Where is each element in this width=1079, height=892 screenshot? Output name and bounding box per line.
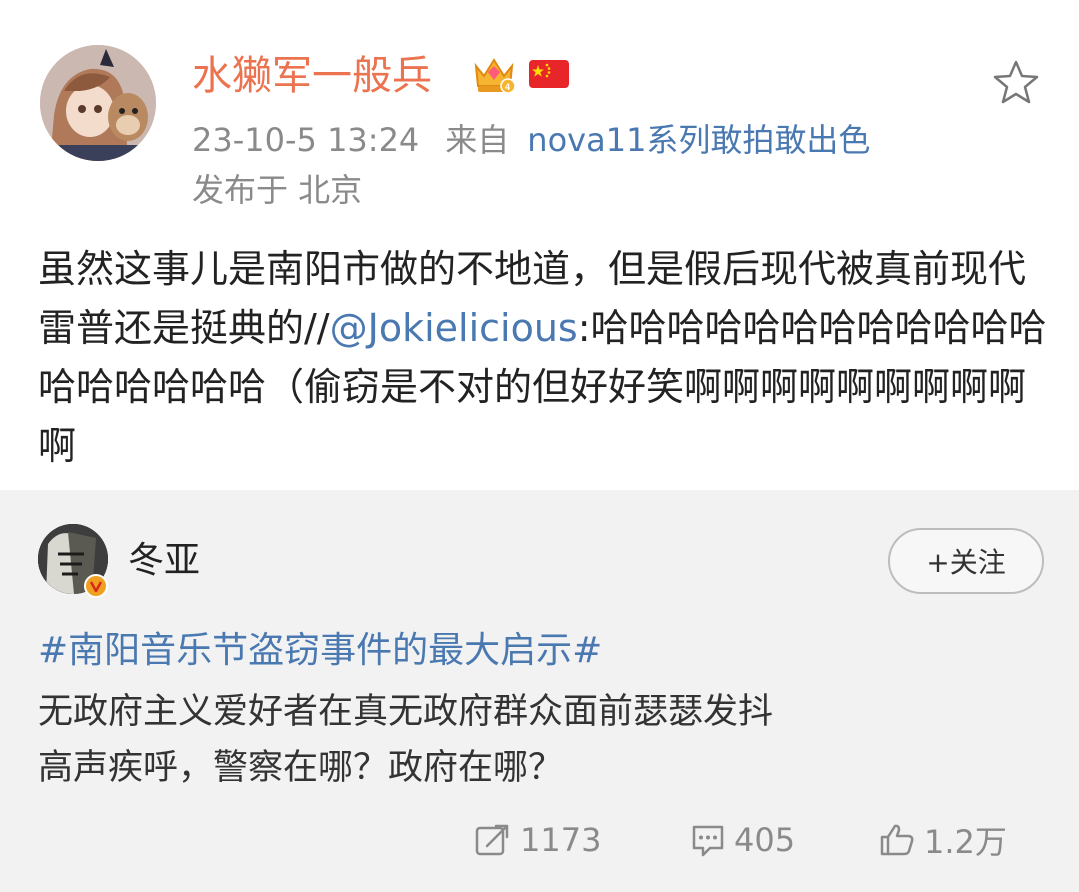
avatar-illustration [40,45,156,161]
like-count: 1.2万 [924,823,1007,861]
star-icon [993,60,1039,104]
username[interactable]: 水獭军一般兵 [192,50,432,102]
svg-text:4: 4 [505,82,510,92]
from-label: 来自 [445,121,510,159]
favorite-star-button[interactable] [990,58,1042,108]
thumbs-up-icon [880,824,914,856]
topic-hashtag-link[interactable]: #南阳音乐节盗窃事件的最大启示# [38,626,602,676]
china-flag-icon [528,56,570,92]
repost-count: 1173 [520,821,602,859]
comment-icon [692,825,724,857]
comment-count: 405 [734,821,796,859]
repost-count-button[interactable]: 1173 [474,816,601,864]
repost-text-line: 高声疾呼，警察在哪？政府在哪？ [38,748,564,788]
user-avatar[interactable] [40,45,156,161]
post-timestamp: 23-10-5 13:24 [192,121,420,159]
original-post: 水獭军一般兵 4 23-10-5 13:24 来自 nova11系列敢拍敢出色 发布… [0,0,1079,490]
source-device-link[interactable]: nova11系列敢拍敢出色 [527,121,870,159]
comment-count-button[interactable]: 405 [690,816,795,864]
repost-text-line: 无政府主义爱好者在真无政府群众面前瑟瑟发抖 [38,692,774,732]
reposted-card[interactable]: 冬亚 +关注 #南阳音乐节盗窃事件的最大启示# 无政府主义爱好者在真无政府群众面… [0,490,1079,892]
post-body: 虽然这事儿是南阳市做的不地道，但是假后现代被真前现代雷普还是挺典的//@Joki… [38,240,1048,476]
mention-link[interactable]: @Jokielicious [330,306,578,350]
repost-icon [475,824,509,856]
like-count-button[interactable]: 1.2万 [878,816,1007,864]
repost-username[interactable]: 冬亚 [128,538,200,584]
follow-button[interactable]: +关注 [888,528,1044,594]
post-location: 发布于 北京 [192,171,363,209]
vip-crown-icon: 4 [470,52,518,96]
post-meta: 23-10-5 13:24 来自 nova11系列敢拍敢出色 [192,118,870,162]
verified-badge-icon [84,574,108,598]
